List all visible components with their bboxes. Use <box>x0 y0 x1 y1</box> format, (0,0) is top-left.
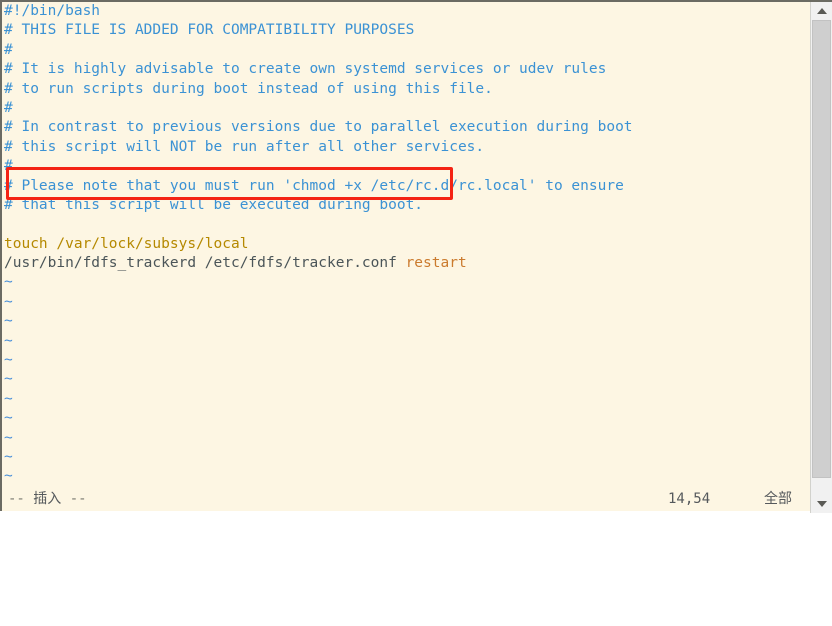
scrollbar-thumb[interactable] <box>812 20 831 478</box>
code-line: # this script will NOT be run after all … <box>4 138 485 155</box>
empty-line-marker: ~ <box>4 332 13 349</box>
status-mode-label: 插入 <box>33 491 62 507</box>
empty-line-marker: ~ <box>4 352 13 369</box>
scrollbar-track[interactable] <box>811 20 832 495</box>
highlighted-space <box>397 255 406 271</box>
code-line: #!/bin/bash <box>4 3 101 19</box>
empty-line-marker: ~ <box>4 371 13 388</box>
empty-line-markers: ~~~~~~~~~~~~~~~~ <box>4 273 810 488</box>
scroll-down-button[interactable] <box>811 495 832 513</box>
status-mode-prefix: -- <box>8 491 25 507</box>
highlighted-argument-text: restart <box>405 255 467 272</box>
code-line: # to run scripts during boot instead of … <box>4 80 493 97</box>
status-cursor-position: 14,54 <box>668 491 711 507</box>
empty-line-marker: ~ <box>4 410 13 427</box>
vim-editor-window: #!/bin/bash # THIS FILE IS ADDED FOR COM… <box>0 0 832 513</box>
code-line: # <box>4 41 13 58</box>
vertical-scrollbar[interactable] <box>810 2 832 513</box>
scroll-up-button[interactable] <box>811 2 832 20</box>
code-line: # <box>4 99 13 116</box>
editor-text-buffer[interactable]: #!/bin/bash # THIS FILE IS ADDED FOR COM… <box>2 2 810 488</box>
scroll-down-arrow-icon <box>816 501 827 507</box>
code-line: # Please note that you must run 'chmod +… <box>4 177 624 194</box>
empty-line-marker: ~ <box>4 390 13 407</box>
code-line: # In contrast to previous versions due t… <box>4 119 633 136</box>
code-line: # It is highly advisable to create own s… <box>4 61 607 78</box>
code-line: # that this script will be executed duri… <box>4 196 424 213</box>
status-file-position: 全部 <box>764 491 792 507</box>
empty-line-marker: ~ <box>4 293 13 310</box>
code-line-touch-command: touch /var/lock/subsys/local <box>4 235 249 252</box>
empty-line-marker: ~ <box>4 448 13 465</box>
code-line-highlighted: /usr/bin/fdfs_trackerd /etc/fdfs/tracker… <box>4 254 810 273</box>
code-line: # THIS FILE IS ADDED FOR COMPATIBILITY P… <box>4 22 415 39</box>
empty-line-marker: ~ <box>4 468 13 485</box>
empty-line-marker: ~ <box>4 429 13 446</box>
highlighted-command-text: /usr/bin/fdfs_trackerd /etc/fdfs/tracker… <box>4 255 397 272</box>
scroll-up-arrow-icon <box>816 8 827 14</box>
empty-line-marker: ~ <box>4 313 13 330</box>
status-mode-indicator: -- 插入 -- <box>8 488 87 511</box>
status-mode-suffix: -- <box>69 491 87 507</box>
empty-line-marker: ~ <box>4 274 13 291</box>
vim-status-bar: -- 插入 -- 14,54 全部 <box>2 488 810 511</box>
code-line: # <box>4 158 13 175</box>
